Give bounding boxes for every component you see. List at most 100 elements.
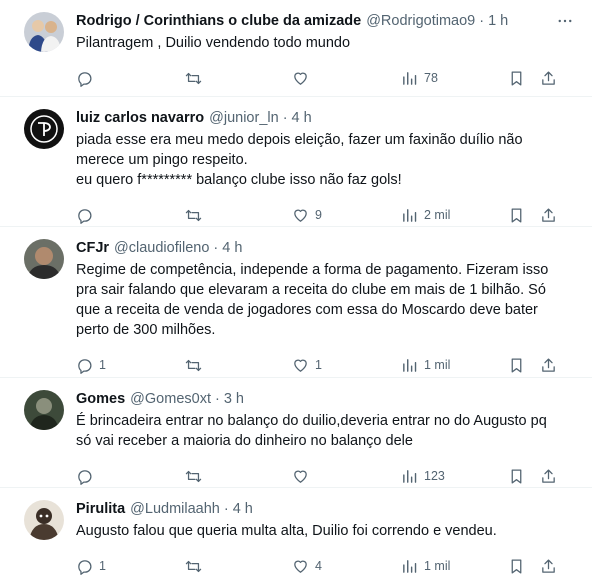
author-handle[interactable]: @Rodrigotimao9 xyxy=(366,12,475,31)
tweet-text: piada esse era meu medo depois eleição, … xyxy=(76,130,578,190)
reply-icon xyxy=(78,358,92,374)
retweet-icon xyxy=(185,359,202,371)
tweet[interactable]: Rodrigo / Corinthians o clube da amizade… xyxy=(0,0,592,97)
more-options-icon[interactable] xyxy=(554,12,576,30)
reply-button[interactable]: 1 xyxy=(76,556,106,576)
tweet-text-line: Augusto falou que queria multa alta, Dui… xyxy=(76,523,497,539)
heart-icon xyxy=(294,72,307,85)
views-icon xyxy=(403,358,417,372)
tweet-text: É brincadeira entrar no balanço do duili… xyxy=(76,411,578,451)
tweet[interactable]: luiz carlos navarro @junior_ln · 4 h pia… xyxy=(0,97,592,227)
avatar[interactable] xyxy=(24,239,64,279)
share-button[interactable] xyxy=(540,556,557,576)
share-button[interactable] xyxy=(540,68,557,88)
heart-icon xyxy=(294,470,307,483)
share-button[interactable] xyxy=(540,205,557,225)
reply-button[interactable] xyxy=(76,205,99,225)
tweet-text-line: Pilantragem , Duilio vendendo todo mundo xyxy=(76,35,351,51)
share-icon xyxy=(542,207,555,222)
share-icon xyxy=(542,558,555,573)
reply-count: 1 xyxy=(99,358,106,372)
share-button[interactable] xyxy=(540,355,557,375)
bookmark-button[interactable] xyxy=(508,355,525,375)
retweet-icon xyxy=(185,209,202,221)
action-bar: 78 xyxy=(76,59,578,97)
retweet-icon xyxy=(185,72,202,84)
avatar[interactable] xyxy=(24,390,64,430)
retweet-icon xyxy=(185,560,202,572)
reply-button[interactable] xyxy=(76,68,99,88)
bookmark-icon xyxy=(511,70,522,86)
view-count: 2 mil xyxy=(424,208,451,222)
author-name[interactable]: Rodrigo / Corinthians o clube da amizade xyxy=(76,12,361,31)
timestamp[interactable]: 4 h xyxy=(233,500,253,519)
retweet-button[interactable] xyxy=(185,205,208,225)
reply-icon xyxy=(78,469,92,485)
like-button[interactable]: 9 xyxy=(292,205,322,225)
author-name[interactable]: Pirulita xyxy=(76,500,125,519)
like-button[interactable] xyxy=(292,466,315,486)
bookmark-icon xyxy=(511,357,522,373)
avatar[interactable] xyxy=(24,109,64,149)
views-icon xyxy=(403,469,417,483)
author-name[interactable]: luiz carlos navarro xyxy=(76,109,204,128)
tweet[interactable]: CFJr @claudiofileno · 4 h Regime de comp… xyxy=(0,227,592,378)
bookmark-icon xyxy=(511,468,522,484)
view-count: 78 xyxy=(424,71,438,85)
replies-feed: Rodrigo / Corinthians o clube da amizade… xyxy=(0,0,592,575)
separator-dot: · xyxy=(214,391,220,407)
retweet-button[interactable] xyxy=(185,466,208,486)
view-count: 1 mil xyxy=(424,559,451,573)
tweet-text-line: eu quero f********* balanço clube isso n… xyxy=(76,172,402,188)
views-button[interactable]: 1 mil xyxy=(401,556,450,576)
bookmark-button[interactable] xyxy=(508,205,525,225)
separator-dot: · xyxy=(479,13,485,29)
share-icon xyxy=(542,468,555,483)
bookmark-icon xyxy=(511,207,522,223)
views-icon xyxy=(403,71,417,85)
share-icon xyxy=(542,357,555,372)
like-count: 1 xyxy=(315,358,322,372)
action-bar: 1 4 1 mil xyxy=(76,547,578,585)
reply-button[interactable] xyxy=(76,466,99,486)
tweet[interactable]: Gomes @Gomes0xt · 3 h É brincadeira entr… xyxy=(0,378,592,488)
views-button[interactable]: 2 mil xyxy=(401,205,450,225)
timestamp[interactable]: 4 h xyxy=(222,239,242,258)
timestamp[interactable]: 4 h xyxy=(292,109,312,128)
retweet-button[interactable] xyxy=(185,355,208,375)
share-icon xyxy=(542,70,555,85)
retweet-button[interactable] xyxy=(185,556,208,576)
bookmark-button[interactable] xyxy=(508,556,525,576)
views-button[interactable]: 78 xyxy=(401,68,438,88)
bookmark-button[interactable] xyxy=(508,68,525,88)
tweet[interactable]: Pirulita @Ludmilaahh · 4 h Augusto falou… xyxy=(0,488,592,575)
share-button[interactable] xyxy=(540,466,557,486)
author-handle[interactable]: @Ludmilaahh xyxy=(130,500,220,519)
view-count: 1 mil xyxy=(424,358,451,372)
author-handle[interactable]: @junior_ln xyxy=(209,109,279,128)
reply-button[interactable]: 1 xyxy=(76,355,106,375)
like-button[interactable] xyxy=(292,68,315,88)
avatar[interactable] xyxy=(24,500,64,540)
tweet-text: Regime de competência, independe a forma… xyxy=(76,260,578,340)
bookmark-button[interactable] xyxy=(508,466,525,486)
separator-dot: · xyxy=(213,240,219,256)
like-button[interactable]: 1 xyxy=(292,355,322,375)
reply-count: 1 xyxy=(99,559,106,573)
tweet-text: Augusto falou que queria multa alta, Dui… xyxy=(76,521,578,541)
retweet-button[interactable] xyxy=(185,68,208,88)
like-button[interactable]: 4 xyxy=(292,556,322,576)
timestamp[interactable]: 3 h xyxy=(224,390,244,409)
author-name[interactable]: CFJr xyxy=(76,239,109,258)
heart-icon xyxy=(294,209,307,222)
tweet-text: Pilantragem , Duilio vendendo todo mundo xyxy=(76,33,578,53)
author-handle[interactable]: @Gomes0xt xyxy=(130,390,211,409)
author-name[interactable]: Gomes xyxy=(76,390,125,409)
timestamp[interactable]: 1 h xyxy=(488,12,508,31)
author-handle[interactable]: @claudiofileno xyxy=(114,239,209,258)
views-button[interactable]: 1 mil xyxy=(401,355,450,375)
views-icon xyxy=(403,559,417,573)
views-button[interactable]: 123 xyxy=(401,466,445,486)
reply-icon xyxy=(78,71,92,87)
avatar[interactable] xyxy=(24,12,64,52)
